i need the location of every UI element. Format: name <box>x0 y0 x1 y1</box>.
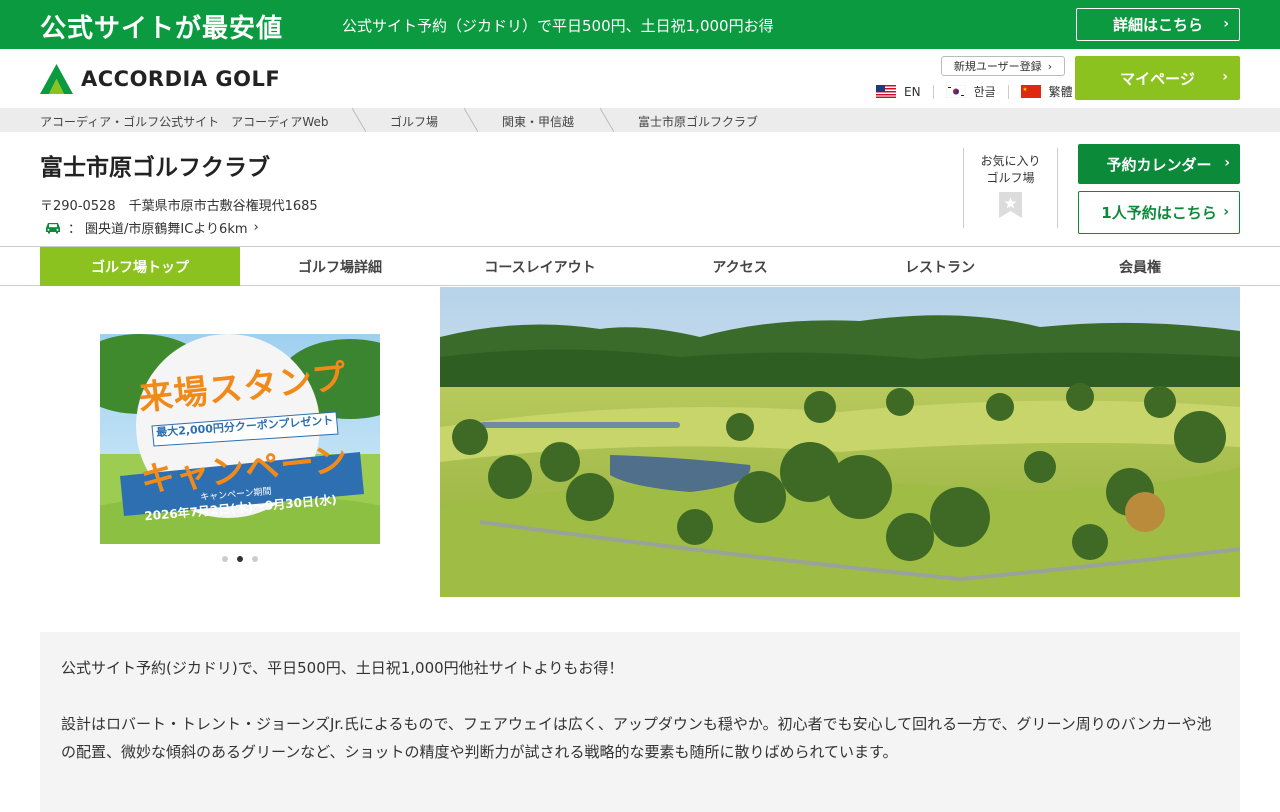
register-button[interactable]: 新規ユーザー登録 › <box>941 56 1065 76</box>
description-paragraph-2: 設計はロバート・トレント・ジョーンズJr.氏によるもので、フェアウェイは広く、ア… <box>61 715 1212 761</box>
tab-golf-top[interactable]: ゴルフ場トップ <box>40 247 240 286</box>
tab-membership[interactable]: 会員権 <box>1040 247 1240 286</box>
favorite-label-1: お気に入り <box>980 154 1041 168</box>
promo-title: 公式サイトが最安値 <box>40 14 284 44</box>
chevron-right-icon: › <box>1224 155 1230 171</box>
accordia-mark-icon <box>40 64 73 94</box>
reservation-calendar-label: 予約カレンダー <box>1106 155 1212 174</box>
chevron-right-icon: › <box>1222 69 1228 85</box>
access-text: 圏央道/市原鶴舞ICより6km <box>85 222 248 237</box>
tab-course-layout[interactable]: コースレイアウト <box>440 247 640 286</box>
carousel-dot-1[interactable] <box>222 556 228 562</box>
description-paragraph-1: 公式サイト予約(ジカドリ)で、平日500円、土日祝1,000円他社サイトよりもお… <box>61 659 624 677</box>
breadcrumb-item-region[interactable]: 関東・甲信越 <box>502 113 574 130</box>
divider <box>1007 84 1009 99</box>
divider <box>932 84 934 99</box>
breadcrumb-separator-icon <box>352 108 366 132</box>
lang-zh-label: 繁體 <box>1048 85 1073 99</box>
chevron-right-icon: › <box>1223 16 1229 32</box>
golf-course-image <box>440 287 1240 597</box>
lang-en[interactable]: EN <box>876 85 921 99</box>
mypage-button[interactable]: マイページ › <box>1075 56 1240 100</box>
bookmark-star-icon <box>999 192 1022 218</box>
solo-reservation-button[interactable]: 1人予約はこちら › <box>1078 191 1240 234</box>
mypage-label: マイページ <box>1120 69 1195 88</box>
accordia-logo[interactable]: ACCORDIA GOLF <box>40 64 280 94</box>
register-label: 新規ユーザー登録 <box>953 60 1042 73</box>
course-address: 〒290-0528 千葉県市原市古敷谷権現代1685 <box>40 199 318 214</box>
tab-access[interactable]: アクセス <box>640 247 840 286</box>
course-photo <box>440 287 1240 597</box>
breadcrumb-separator-icon <box>464 108 478 132</box>
promo-bar: 公式サイトが最安値 公式サイト予約（ジカドリ）で平日500円、土日祝1,000円… <box>0 0 1280 49</box>
logo-text: ACCORDIA GOLF <box>81 67 281 91</box>
carousel-dot-2[interactable] <box>237 556 243 562</box>
favorite-label-2: ゴルフ場 <box>986 171 1035 185</box>
reservation-calendar-button[interactable]: 予約カレンダー › <box>1078 144 1240 184</box>
car-icon <box>46 222 60 233</box>
lang-zh[interactable]: 繁體 <box>1020 83 1073 100</box>
solo-reservation-label: 1人予約はこちら <box>1101 204 1217 222</box>
promo-details-label: 詳細はこちら <box>1112 16 1203 34</box>
carousel-dots <box>222 556 267 562</box>
us-flag-icon <box>876 85 896 98</box>
breadcrumb-separator-icon <box>600 108 614 132</box>
breadcrumb: アコーディア・ゴルフ公式サイト アコーディアWeb ゴルフ場 関東・甲信越 富士… <box>0 108 1280 132</box>
kr-flag-icon <box>945 85 966 98</box>
tab-restaurant[interactable]: レストラン <box>840 247 1040 286</box>
cn-flag-icon <box>1020 85 1041 98</box>
lang-ko-label: 한글 <box>973 85 996 99</box>
course-tabs: ゴルフ場トップ ゴルフ場詳細 コースレイアウト アクセス レストラン 会員権 <box>0 246 1280 286</box>
favorite-button[interactable]: お気に入り ゴルフ場 <box>963 148 1058 228</box>
chevron-right-icon: › <box>253 220 259 235</box>
chevron-right-icon: › <box>1223 204 1229 220</box>
carousel-dot-3[interactable] <box>252 556 258 562</box>
access-link[interactable]: ： 圏央道/市原鶴舞ICより6km › <box>44 218 259 237</box>
breadcrumb-item-current: 富士市原ゴルフクラブ <box>638 115 759 129</box>
course-description: 公式サイト予約(ジカドリ)で、平日500円、土日祝1,000円他社サイトよりもお… <box>40 632 1240 812</box>
chevron-right-icon: › <box>1047 59 1053 73</box>
breadcrumb-item-home[interactable]: アコーディア・ゴルフ公式サイト アコーディアWeb <box>40 113 328 130</box>
access-prefix: ： <box>68 222 82 237</box>
lang-ko[interactable]: 한글 <box>945 83 996 100</box>
tab-course-details[interactable]: ゴルフ場詳細 <box>240 247 440 286</box>
campaign-banner[interactable]: 来場スタンプ 最大2,000円分クーポンプレゼント キャンペーン キャンペーン期… <box>100 334 380 544</box>
promo-details-button[interactable]: 詳細はこちら › <box>1076 8 1240 41</box>
language-switcher: EN 한글 繁體 <box>876 83 1073 100</box>
breadcrumb-item-golf-courses[interactable]: ゴルフ場 <box>390 113 438 130</box>
lang-en-label: EN <box>904 84 921 99</box>
course-name: 富士市原ゴルフクラブ <box>40 155 270 181</box>
promo-text: 公式サイト予約（ジカドリ）で平日500円、土日祝1,000円お得 <box>342 17 774 35</box>
